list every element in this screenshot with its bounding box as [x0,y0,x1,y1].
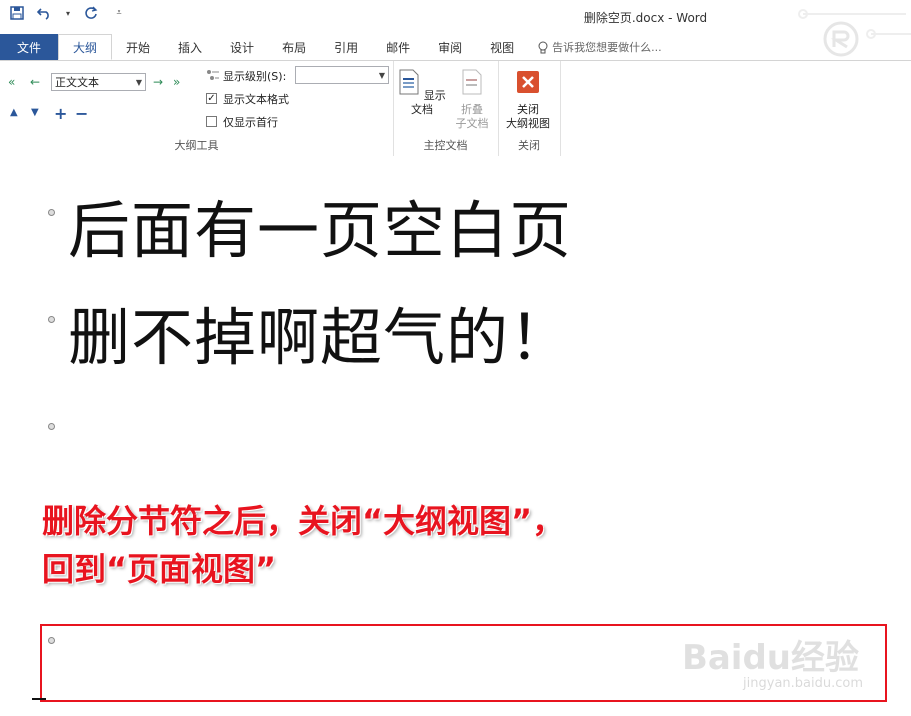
demote-icon[interactable]: → [153,75,163,89]
outline-level-select[interactable]: 正文文本 ▼ [51,73,146,91]
group-outline-tools: « ← 正文文本 ▼ → » ▲ ▼ + − 显示级别(S): ▼ ✓ 显示文本… [0,61,394,156]
lightbulb-icon [538,41,548,53]
group-close: 关闭 大纲视图 关闭 [498,61,561,156]
close-outline-view-button[interactable]: 关闭 大纲视图 [503,67,553,131]
group-label-outline-tools: 大纲工具 [174,139,219,152]
tell-me-box[interactable]: 告诉我您想要做什么... [528,34,662,60]
outline-bullet[interactable] [48,637,55,644]
group-label-close: 关闭 [518,139,540,152]
promote-icon[interactable]: ← [30,75,40,89]
demote-to-body-icon[interactable]: » [173,75,180,89]
outline-bullet[interactable] [48,423,55,430]
show-level-select[interactable]: ▼ [295,66,389,84]
collapse-label-1: 折叠 [461,103,483,116]
tab-insert[interactable]: 插入 [164,34,216,60]
ribbon: « ← 正文文本 ▼ → » ▲ ▼ + − 显示级别(S): ▼ ✓ 显示文本… [0,60,911,157]
tab-review[interactable]: 审阅 [424,34,476,60]
watermark-url: jingyan.baidu.com [743,676,863,691]
close-label-2: 大纲视图 [506,117,550,130]
tab-view[interactable]: 视图 [476,34,528,60]
show-document-icon [399,69,419,95]
show-level-icon [207,70,219,80]
group-master-document: 显示文档 折叠 子文档 主控文档 [393,61,499,156]
show-first-line-label: 仅显示首行 [223,116,278,129]
tab-file[interactable]: 文件 [0,34,58,60]
outline-bullet[interactable] [48,316,55,323]
tab-references[interactable]: 引用 [320,34,372,60]
promote-to-heading1-icon[interactable]: « [8,75,15,89]
tab-layout[interactable]: 布局 [268,34,320,60]
collapse-icon[interactable]: − [75,104,88,123]
tell-me-text: 告诉我您想要做什么... [552,41,662,54]
chevron-down-icon: ▼ [378,71,385,80]
group-label-master-document: 主控文档 [423,139,468,152]
text-cursor [32,698,46,700]
collapse-subdocuments-button[interactable]: 折叠 子文档 [447,67,497,131]
collapse-label-2: 子文档 [455,117,489,130]
window-title: 删除空页.docx - Word [583,11,708,25]
outline-paragraph-2: 删不掉啊超气的！ [68,301,573,374]
move-up-icon[interactable]: ▲ [10,107,18,118]
tab-mailings[interactable]: 邮件 [372,34,424,60]
tab-home[interactable]: 开始 [112,34,164,60]
show-text-format-checkbox[interactable]: ✓ [206,93,217,104]
show-document-button[interactable]: 显示文档 [397,67,447,117]
show-level-label: 显示级别(S): [223,70,287,83]
expand-icon[interactable]: + [54,104,67,123]
outline-level-value: 正文文本 [55,76,99,89]
collapse-subdocuments-icon [462,69,482,95]
title-bar: ▾ ⩡ 删除空页.docx - Word [0,0,911,57]
show-text-format-label: 显示文本格式 [223,93,289,106]
tab-design[interactable]: 设计 [216,34,268,60]
close-icon [517,71,539,93]
annotation-line-2: 回到“页面视图” [42,550,277,588]
watermark-brand: Baidu经验 [681,638,859,678]
outline-paragraph-1: 后面有一页空白页 [68,194,573,267]
ribbon-tabs: 文件 大纲 开始 插入 设计 布局 引用 邮件 审阅 视图 告诉我您想要做什么.… [0,34,911,60]
show-first-line-checkbox[interactable] [206,116,217,127]
close-label-1: 关闭 [517,103,539,116]
move-down-icon[interactable]: ▼ [31,107,39,118]
outline-bullet[interactable] [48,209,55,216]
chevron-down-icon: ▼ [135,78,142,87]
tab-outline[interactable]: 大纲 [58,34,113,60]
annotation-line-1: 删除分节符之后，关闭“大纲视图”， [42,502,565,540]
